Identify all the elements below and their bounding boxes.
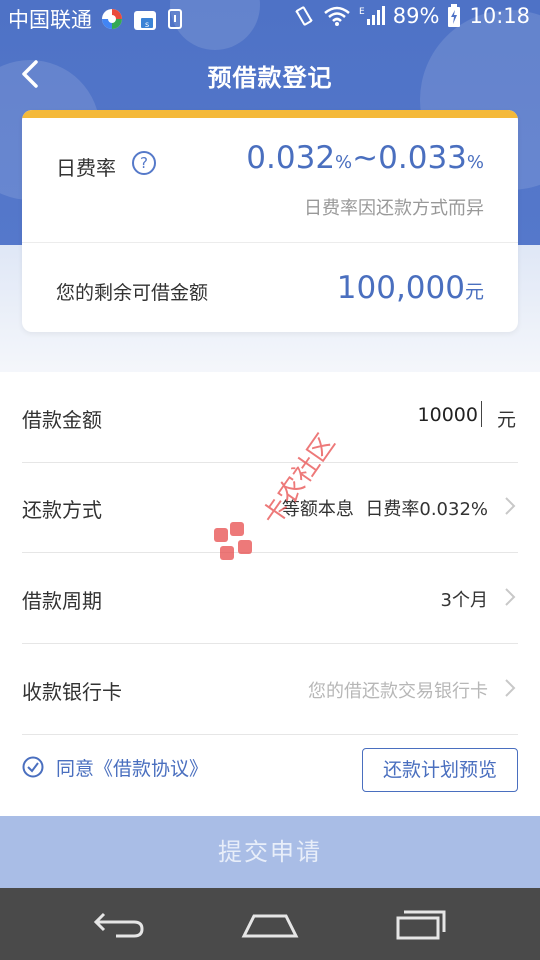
sim-icon	[168, 9, 182, 29]
title-bar: 预借款登记	[0, 44, 540, 108]
home-nav-icon[interactable]	[240, 906, 300, 942]
app-notification-icon	[102, 9, 122, 29]
loan-period-value: 3个月	[440, 590, 488, 611]
daily-rate-note: 日费率因还款方式而异	[304, 198, 484, 219]
remaining-limit-label: 您的剩余可借金额	[56, 282, 209, 304]
recent-apps-nav-icon[interactable]	[392, 906, 452, 942]
daily-rate-value: 0.032%~0.033%	[246, 140, 484, 176]
loan-info-card: 日费率 ? 0.032%~0.033% 日费率因还款方式而异 您的剩余可借金额 …	[22, 110, 518, 332]
repayment-plan-preview-button[interactable]: 还款计划预览	[362, 748, 518, 792]
vibrate-icon	[295, 6, 313, 26]
repayment-method-label: 还款方式	[22, 498, 102, 522]
system-navigation-bar	[0, 888, 540, 960]
submit-button[interactable]: 提交申请	[0, 816, 540, 888]
loan-period-label: 借款周期	[22, 589, 102, 613]
loan-period-row[interactable]: 借款周期 3个月	[22, 553, 518, 644]
clock: 10:18	[469, 4, 530, 28]
bank-card-placeholder: 您的借还款交易银行卡	[308, 681, 488, 702]
text-cursor	[481, 401, 482, 427]
amount-unit: 元	[496, 409, 516, 431]
amount-row[interactable]: 借款金额 元	[22, 372, 518, 463]
back-nav-icon[interactable]	[90, 906, 150, 942]
bank-card-row[interactable]: 收款银行卡 您的借还款交易银行卡	[22, 644, 518, 735]
card-divider	[22, 242, 518, 243]
repayment-method-value: 等额本息 日费率0.032%	[281, 499, 488, 520]
battery-percent: 89%	[392, 4, 440, 28]
agreement-line: 同意《借款协议》	[22, 752, 208, 782]
daily-rate-label: 日费率	[56, 156, 116, 180]
agree-prefix: 同意	[56, 757, 95, 780]
svg-text:s: s	[145, 20, 149, 29]
amount-label: 借款金额	[22, 408, 102, 432]
svg-text:E: E	[359, 7, 365, 17]
bank-card-label: 收款银行卡	[22, 680, 122, 704]
chevron-right-icon	[505, 588, 516, 606]
page-title: 预借款登记	[207, 64, 333, 92]
wifi-icon	[323, 6, 350, 26]
card-accent-stripe	[22, 110, 518, 118]
signal-icon: E	[359, 6, 385, 25]
remaining-limit-value: 100,000元	[336, 270, 484, 306]
amount-input[interactable]	[356, 403, 480, 427]
chevron-right-icon	[505, 679, 516, 697]
chevron-right-icon	[505, 497, 516, 515]
loan-form: 借款金额 元 还款方式 等额本息 日费率0.032% 借款周期 3个月 收款银行…	[0, 372, 540, 816]
repayment-method-row[interactable]: 还款方式 等额本息 日费率0.032%	[22, 462, 518, 553]
loan-agreement-link[interactable]: 《借款协议》	[94, 758, 208, 780]
shopping-bag-icon: s	[134, 11, 156, 30]
checkbox-checked-icon[interactable]	[22, 756, 44, 778]
battery-charging-icon	[448, 4, 461, 27]
carrier-name: 中国联通	[8, 8, 92, 32]
status-bar: 中国联通 s E 89% 10:18	[0, 0, 540, 36]
help-icon[interactable]: ?	[132, 151, 156, 175]
